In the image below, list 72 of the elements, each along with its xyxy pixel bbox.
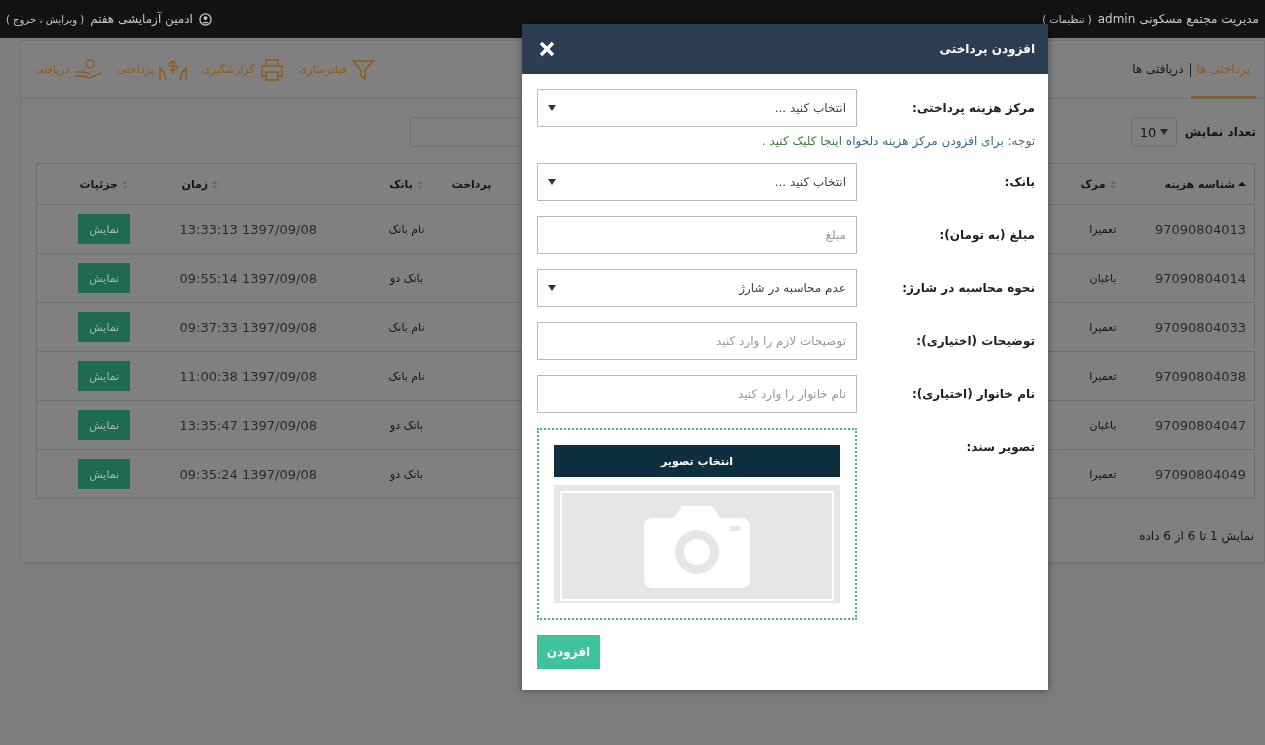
table-cell: تعمیرا (1089, 320, 1117, 334)
page-length-label: تعداد نمایش (1184, 125, 1256, 139)
table-cell: 09:35:24 1397/09/08 (179, 466, 317, 482)
column-header[interactable]: بانک (389, 177, 413, 191)
show-button[interactable]: نمایش (78, 214, 131, 244)
column-header[interactable]: زمان (181, 177, 209, 191)
user-icon (198, 12, 212, 26)
app-title: مدیریت مجتمع مسکونی admin (1097, 12, 1259, 26)
show-button[interactable]: نمایش (78, 361, 131, 391)
dialog-title: افزودن پرداختی (939, 42, 1035, 56)
camera-icon (644, 504, 750, 588)
table-cell: 97090804038 (1155, 368, 1246, 384)
tab[interactable]: دریافتی ها (1126, 41, 1190, 98)
funnel-icon (350, 57, 375, 82)
table-cell: باغبان (1089, 418, 1117, 432)
table-cell: 13:33:13 1397/09/08 (179, 221, 317, 237)
table-cell: 09:55:14 1397/09/08 (179, 270, 317, 286)
hands-money-icon (157, 57, 188, 82)
field-label: تصویر سند: (965, 439, 1035, 454)
table-cell: نام بانک (388, 320, 425, 334)
hand-coin-icon (73, 57, 104, 82)
table-cell: 13:35:47 1397/09/08 (179, 417, 317, 433)
show-button[interactable]: نمایش (78, 263, 131, 293)
table-cell: 97090804014 (1155, 270, 1246, 286)
table-cell: تعمیرا (1089, 369, 1117, 383)
table-cell: نام بانک (388, 369, 425, 383)
select-field[interactable]: انتخاب کنید ... (537, 89, 857, 127)
page-length-select[interactable]: 10 (1130, 117, 1177, 147)
table-cell: باغبان (1089, 271, 1117, 285)
input-field[interactable]: نام خانوار را وارد کنید (537, 375, 857, 413)
table-cell: 11:00:38 1397/09/08 (179, 368, 317, 384)
show-button[interactable]: نمایش (78, 312, 131, 342)
field-label: توضیحات (اختیاری): (915, 333, 1035, 348)
note-text: توجه: برای افزودن مرکز هزینه دلخواه اینجا کلیک کنید . (760, 134, 1035, 148)
caret-icon (548, 105, 556, 111)
table-cell: 97090804047 (1155, 417, 1246, 433)
table-cell: تعمیرا (1089, 467, 1117, 481)
table-cell: بانک دو (390, 467, 423, 481)
table-cell: نام بانک (388, 222, 425, 236)
table-cell: 09:37:33 1397/09/08 (179, 319, 317, 335)
input-field[interactable]: توضیحات لازم را وارد کنید (537, 322, 857, 360)
show-button[interactable]: نمایش (78, 410, 131, 440)
field-label: مرکز هزینه پرداختی: (911, 100, 1035, 115)
caret-icon (548, 179, 556, 185)
add-cost-center-link[interactable]: اینجا کلیک کنید (769, 134, 842, 148)
field-label: بانک: (1003, 174, 1035, 189)
caret-icon (548, 285, 556, 291)
table-cell: بانک دو (390, 418, 423, 432)
select-field[interactable]: عدم محاسبه در شارژ (537, 269, 857, 307)
table-cell: 97090804049 (1155, 466, 1246, 482)
column-header[interactable]: شناسه هزینه (1164, 177, 1235, 191)
account-links[interactable]: ( ویرایش ، خروج ) (6, 13, 85, 25)
caret-icon (1159, 129, 1168, 135)
close-icon[interactable] (539, 41, 555, 57)
field-label: نحوه محاسبه در شارژ: (901, 280, 1035, 295)
table-info: نمایش 1 تا 6 از 6 داده (1138, 528, 1255, 543)
column-header[interactable]: جزئیات (79, 177, 119, 191)
show-button[interactable]: نمایش (78, 459, 131, 489)
table-cell: 97090804013 (1155, 221, 1246, 237)
settings-link[interactable]: ( تنظیمات ) (1042, 13, 1092, 25)
field-label: مبلغ (به تومان): (938, 227, 1035, 242)
table-cell: 97090804033 (1155, 319, 1246, 335)
input-field[interactable]: مبلغ (537, 216, 857, 254)
field-label: نام خانوار (اختیاری): (910, 386, 1035, 401)
column-header[interactable]: مرک (1080, 177, 1106, 191)
table-cell: بانک دو (390, 271, 423, 285)
select-field[interactable]: انتخاب کنید ... (537, 163, 857, 201)
printer-icon (258, 57, 285, 82)
column-header[interactable]: پرداخت (451, 177, 492, 191)
table-cell: تعمیرا (1089, 222, 1117, 236)
user-name: ادمین آزمایشی هفتم (90, 12, 193, 26)
choose-image-button[interactable]: انتخاب تصویر (554, 445, 840, 477)
